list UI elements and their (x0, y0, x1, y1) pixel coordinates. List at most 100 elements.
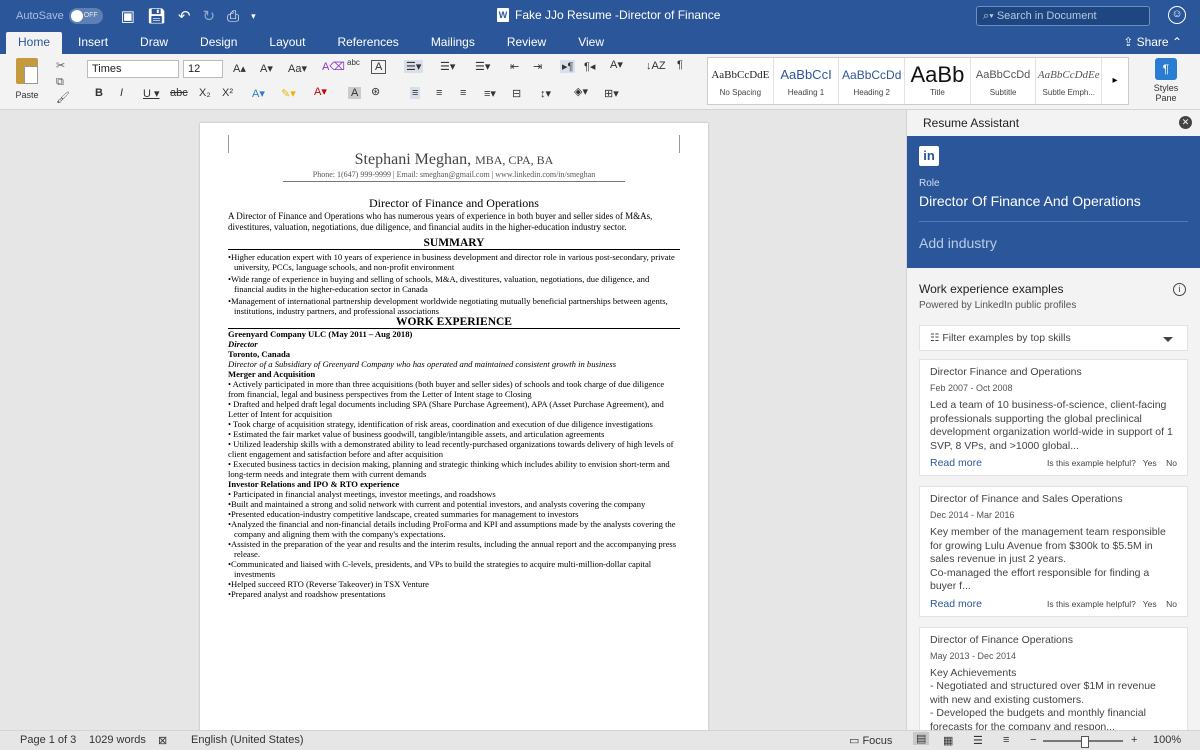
clear-formatting-icon[interactable]: A⌫ (322, 60, 345, 73)
bullets-icon[interactable]: ☰▾ (404, 60, 424, 73)
styles-pane-button[interactable]: ¶ Styles Pane (1146, 58, 1186, 103)
font-name-select[interactable]: Times (87, 60, 179, 78)
style-heading-1[interactable]: AaBbCcI Heading 1 (774, 58, 840, 104)
grow-font-icon[interactable]: A▴ (233, 62, 246, 75)
info-icon[interactable]: i (1173, 283, 1186, 296)
helpful-no-button[interactable]: No (1166, 458, 1177, 468)
multilevel-list-icon[interactable]: ☰▾ (475, 60, 490, 73)
justify-icon[interactable]: ≡▾ (484, 87, 496, 100)
tab-home[interactable]: Home (6, 32, 63, 54)
paragraph-shading-icon[interactable]: ◈▾ (574, 85, 588, 98)
example-card[interactable]: Director of Finance and Sales Operations… (919, 486, 1188, 617)
word-count[interactable]: 1029 words (89, 734, 146, 746)
role-input[interactable]: Director Of Finance And Operations (919, 193, 1188, 209)
search-document-input[interactable]: ⌕▾ Search in Document (976, 6, 1150, 26)
customize-toolbar-icon[interactable]: ▾ (251, 11, 256, 22)
rtl-icon[interactable]: ¶◂ (584, 60, 595, 73)
close-icon[interactable]: ✕ (1179, 116, 1192, 129)
page-count[interactable]: Page 1 of 3 (20, 734, 76, 746)
tab-layout[interactable]: Layout (253, 32, 321, 54)
shrink-font-icon[interactable]: A▾ (260, 62, 273, 75)
proofing-icon[interactable]: ⊠ (158, 734, 167, 747)
zoom-level[interactable]: 100% (1153, 734, 1181, 746)
style-title[interactable]: AaBb Title (905, 58, 971, 104)
zoom-slider[interactable] (1043, 736, 1123, 748)
paste-button[interactable]: Paste (10, 58, 44, 100)
autosave-toggle[interactable]: OFF (68, 8, 103, 24)
print-icon[interactable]: ⎙ (227, 8, 239, 25)
shading-icon[interactable]: A (348, 87, 362, 99)
industry-input[interactable]: Add industry (919, 235, 1188, 251)
copy-icon[interactable]: ⧉ (56, 74, 70, 90)
ir-bullet: • Participated in financial analyst meet… (228, 489, 496, 499)
text-effects-icon[interactable]: A▾ (252, 87, 265, 100)
helpful-yes-button[interactable]: Yes (1143, 599, 1157, 609)
numbering-icon[interactable]: ☰▾ (440, 60, 455, 73)
undo-icon[interactable]: ↶ (178, 7, 191, 25)
style-heading-2[interactable]: AaBbCcDd Heading 2 (839, 58, 906, 104)
superscript-button[interactable]: X² (222, 87, 233, 99)
increase-indent-icon[interactable]: ⇥ (533, 60, 542, 73)
cut-icon[interactable]: ✂ (56, 58, 70, 74)
change-case-icon[interactable]: Aa▾ (288, 62, 307, 75)
styles-more-arrow-icon[interactable]: ▸ (1102, 58, 1128, 104)
ir-bullet: •Analyzed the financial and non-financia… (228, 519, 676, 539)
highlight-icon[interactable]: ✎▾ (281, 87, 296, 100)
style-subtitle[interactable]: AaBbCcDd Subtitle (971, 58, 1037, 104)
ltr-icon[interactable]: ▸¶ (560, 60, 576, 73)
underline-button[interactable]: U ▾ (143, 87, 160, 100)
sort-icon[interactable]: ↓AZ (646, 60, 666, 72)
align-center-icon[interactable]: ≡ (436, 87, 442, 99)
language-label[interactable]: English (United States) (191, 734, 304, 746)
tab-view[interactable]: View (562, 32, 620, 54)
filter-skills-dropdown[interactable]: ☷ Filter examples by top skills (919, 325, 1188, 351)
align-left-icon[interactable]: ≡ (410, 87, 421, 99)
save-icon[interactable]: 💾︎ (147, 7, 166, 25)
draft-view-icon[interactable]: ≡ (1003, 734, 1009, 746)
document-page[interactable]: Stephani Meghan, MBA, CPA, BA Phone: 1(6… (200, 123, 708, 730)
bold-button[interactable]: B (95, 87, 103, 99)
phonetic-guide-icon[interactable]: abc (347, 58, 360, 67)
tab-insert[interactable]: Insert (62, 32, 124, 54)
distributed-icon[interactable]: ⊟ (512, 87, 521, 100)
redo-icon[interactable]: ↻ (203, 7, 216, 25)
italic-button[interactable]: I (120, 87, 123, 99)
show-formatting-icon[interactable]: ¶ (677, 59, 683, 71)
character-border-icon[interactable]: A (371, 60, 387, 74)
style-no-spacing[interactable]: AaBbCcDdE No Spacing (708, 58, 774, 104)
tab-draw[interactable]: Draw (124, 32, 184, 54)
tab-review[interactable]: Review (491, 32, 562, 54)
align-right-icon[interactable]: ≡ (460, 87, 466, 99)
line-spacing-icon[interactable]: ↕▾ (540, 87, 551, 100)
focus-button[interactable]: ▭ Focus (849, 734, 892, 747)
subscript-button[interactable]: X₂ (199, 87, 211, 99)
borders-icon[interactable]: ⊞▾ (604, 87, 619, 100)
example-card[interactable]: Director of Finance Operations May 2013 … (919, 626, 1188, 739)
tab-references[interactable]: References (321, 32, 414, 54)
example-card[interactable]: Director Finance and Operations Feb 2007… (919, 359, 1188, 476)
font-color-icon[interactable]: A▾ (314, 85, 327, 98)
helpful-feedback: Is this example helpful? Yes No (1047, 458, 1177, 468)
feedback-smiley-icon[interactable]: ☺ (1168, 6, 1186, 24)
outline-view-icon[interactable]: ☰ (973, 734, 983, 747)
asian-layout-icon[interactable]: A▾ (610, 58, 623, 71)
web-layout-icon[interactable]: ▦ (943, 734, 953, 747)
style-subtle-emphasis[interactable]: AaBbCcDdEe Subtle Emph... (1036, 58, 1103, 104)
document-area[interactable]: Stephani Meghan, MBA, CPA, BA Phone: 1(6… (0, 110, 906, 730)
zoom-in-button[interactable]: + (1131, 734, 1137, 746)
read-more-link[interactable]: Read more (930, 457, 982, 469)
strikethrough-button[interactable]: abc (170, 87, 188, 99)
enclose-characters-icon[interactable]: ⊛ (371, 85, 380, 98)
tab-mailings[interactable]: Mailings (415, 32, 491, 54)
share-button[interactable]: ⇪ Share ⌃ (1123, 35, 1182, 49)
tab-design[interactable]: Design (184, 32, 253, 54)
print-layout-icon[interactable]: ▤ (913, 732, 930, 745)
helpful-no-button[interactable]: No (1166, 599, 1177, 609)
read-more-link[interactable]: Read more (930, 598, 982, 610)
sidebar-icon[interactable]: ▣ (121, 7, 135, 25)
helpful-yes-button[interactable]: Yes (1143, 458, 1157, 468)
font-size-select[interactable]: 12 (183, 60, 223, 78)
format-painter-icon[interactable]: 🖌︎ (56, 90, 70, 106)
zoom-out-button[interactable]: − (1030, 734, 1036, 746)
decrease-indent-icon[interactable]: ⇤ (510, 60, 519, 73)
